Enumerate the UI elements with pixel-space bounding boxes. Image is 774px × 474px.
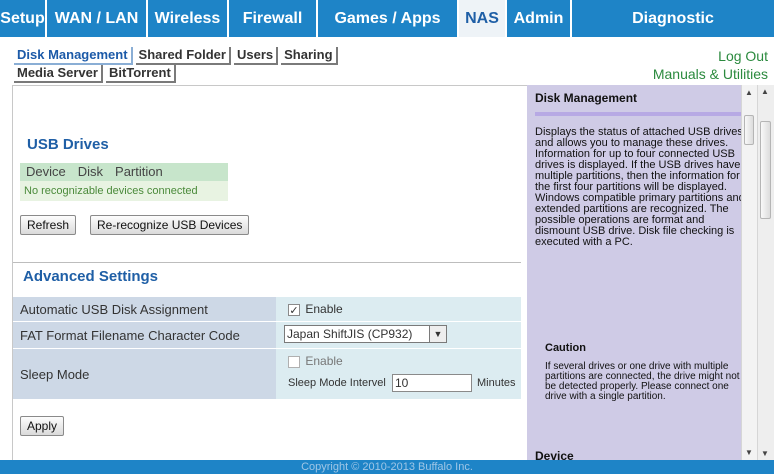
auto-assign-label: Automatic USB Disk Assignment (13, 297, 276, 321)
help-caution-heading: Caution (545, 342, 586, 354)
page-scroll-down-icon[interactable]: ▼ (761, 449, 769, 458)
tab-wireless[interactable]: Wireless (148, 0, 229, 37)
logout-link[interactable]: Log Out (718, 48, 768, 64)
footer-copyright: Copyright © 2010-2013 Buffalo Inc. (0, 460, 774, 474)
tab-games-apps[interactable]: Games / Apps (318, 0, 459, 37)
tab-wan-lan[interactable]: WAN / LAN (47, 0, 148, 37)
auto-assign-checkbox[interactable]: ✓ (288, 303, 300, 317)
main-panel: USB Drives Device Disk Partition No reco… (12, 85, 527, 460)
sleep-interval-input[interactable]: 10 (392, 374, 472, 392)
col-disk: Disk (77, 164, 104, 179)
sleep-interval-unit: Minutes (477, 377, 516, 389)
help-scroll-thumb[interactable] (744, 115, 754, 145)
help-caution-text: If several drives or one drive with mult… (545, 361, 740, 402)
manuals-utilities-link[interactable]: Manuals & Utilities (653, 66, 768, 82)
advanced-settings-heading: Advanced Settings (23, 268, 159, 285)
sleep-enable-label: Enable (305, 354, 343, 368)
sleep-interval-label: Sleep Mode Intervel (288, 377, 386, 389)
auto-assign-value: ✓ Enable (276, 297, 521, 321)
apply-button[interactable]: Apply (20, 416, 65, 436)
tab-setup[interactable]: Setup (0, 0, 47, 37)
scroll-down-icon[interactable]: ▼ (745, 448, 753, 457)
usb-empty-message: No recognizable devices connected (20, 181, 228, 201)
refresh-button[interactable]: Refresh (20, 215, 77, 235)
subtab-sharing[interactable]: Sharing (281, 47, 338, 65)
sleep-mode-checkbox[interactable] (288, 355, 300, 368)
fat-format-label: FAT Format Filename Character Code (13, 322, 276, 348)
col-device: Device (26, 164, 66, 179)
tab-nas[interactable]: NAS (459, 0, 507, 37)
subtab-users[interactable]: Users (233, 47, 279, 65)
help-title: Disk Management (535, 91, 638, 105)
usb-drives-heading: USB Drives (27, 136, 109, 153)
page-scroll-thumb[interactable] (760, 121, 771, 219)
page-scrollbar[interactable]: ▲ ▼ (757, 85, 774, 460)
sleep-mode-row: Sleep Mode Enable Sleep Mode Intervel 10… (13, 349, 521, 399)
tab-admin[interactable]: Admin (507, 0, 572, 37)
help-description: Displays the status of attached USB driv… (535, 126, 745, 248)
usb-drives-table: Device Disk Partition No recognizable de… (20, 163, 228, 201)
section-divider (13, 262, 521, 263)
help-device-heading: Device (535, 449, 574, 460)
fat-format-select[interactable]: Japan ShiftJIS (CP932) ▼ (284, 325, 447, 343)
page-scroll-up-icon[interactable]: ▲ (761, 87, 769, 96)
auto-assign-enable-label: Enable (305, 302, 343, 316)
help-title-divider (535, 112, 745, 116)
tab-diagnostic[interactable]: Diagnostic (572, 0, 774, 37)
auto-assign-row: Automatic USB Disk Assignment ✓ Enable (13, 297, 521, 321)
rerecognize-usb-button[interactable]: Re-recognize USB Devices (90, 215, 250, 235)
sub-nav-row-2: Media Server BitTorrent (14, 65, 179, 83)
top-nav: Setup WAN / LAN Wireless Firewall Games … (0, 0, 774, 37)
subtab-shared-folder[interactable]: Shared Folder (135, 47, 231, 65)
fat-format-row: FAT Format Filename Character Code Japan… (13, 322, 521, 348)
chevron-down-icon: ▼ (429, 326, 446, 342)
fat-format-value: Japan ShiftJIS (CP932) ▼ (276, 322, 521, 348)
sleep-mode-value: Enable Sleep Mode Intervel 10 Minutes (276, 349, 521, 399)
sleep-mode-label: Sleep Mode (13, 349, 276, 399)
fat-format-selected: Japan ShiftJIS (CP932) (287, 327, 413, 341)
sub-nav-row-1: Disk Management Shared Folder Users Shar… (14, 47, 341, 65)
scroll-up-icon[interactable]: ▲ (745, 88, 753, 97)
subtab-disk-management[interactable]: Disk Management (14, 47, 133, 65)
usb-table-header: Device Disk Partition (20, 163, 228, 181)
help-scrollbar[interactable]: ▲ ▼ (741, 85, 757, 460)
col-partition: Partition (115, 164, 163, 179)
sub-nav: Disk Management Shared Folder Users Shar… (0, 37, 774, 85)
tab-firewall[interactable]: Firewall (229, 0, 318, 37)
subtab-media-server[interactable]: Media Server (14, 65, 103, 83)
subtab-bittorrent[interactable]: BitTorrent (105, 65, 176, 83)
help-panel: Disk Management Displays the status of a… (527, 85, 757, 460)
